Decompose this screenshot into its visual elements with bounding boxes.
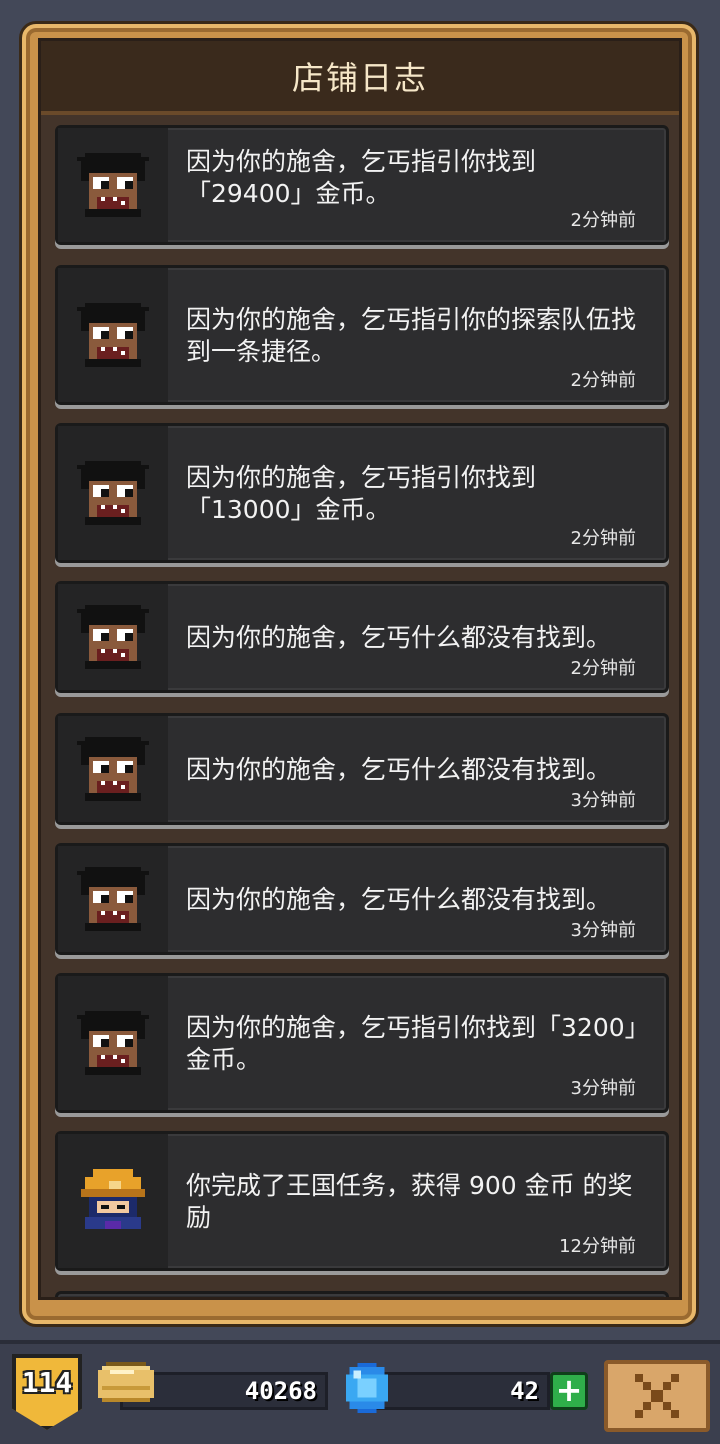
close-button[interactable] (604, 1360, 710, 1432)
log-entry-time: 2分钟前 (570, 370, 636, 391)
gold-value: 40268 (244, 1377, 317, 1405)
avatar (58, 1134, 168, 1268)
avatar (58, 976, 168, 1110)
close-icon (635, 1374, 679, 1418)
log-entry: 你完成了王国任务，获得 900 金币 的奖励 12分钟前 (55, 1131, 669, 1271)
title-bar: 店铺日志 (41, 41, 679, 115)
level-value: 114 (21, 1366, 73, 1399)
log-entry-time: 3分钟前 (570, 1078, 636, 1099)
log-entry: 因为你的施舍，乞丐什么都没有找到。 2分钟前 (55, 581, 669, 693)
avatar (58, 426, 168, 560)
gem-counter: 42 (366, 1372, 550, 1410)
log-entry: 因为你的施舍，乞丐指引你找到「3200」金币。 3分钟前 (55, 973, 669, 1113)
add-gems-button[interactable]: + (550, 1372, 588, 1410)
log-entry (55, 1291, 669, 1297)
gold-coin-icon (98, 1362, 154, 1402)
log-entry-time: 2分钟前 (570, 210, 636, 231)
log-entry-message: 因为你的施舍，乞丐指引你找到「3200」金币。 (186, 1013, 638, 1074)
avatar (58, 584, 168, 690)
log-entry-message: 因为你的施舍，乞丐指引你的探索队伍找到一条捷径。 (186, 305, 637, 366)
log-entry: 因为你的施舍，乞丐指引你的探索队伍找到一条捷径。 2分钟前 (55, 265, 669, 405)
gem-icon (345, 1363, 389, 1413)
gem-value: 42 (510, 1377, 539, 1405)
log-entry: 因为你的施舍，乞丐什么都没有找到。 3分钟前 (55, 713, 669, 825)
log-entry-time: 2分钟前 (570, 658, 636, 679)
log-entry-time: 3分钟前 (570, 920, 636, 941)
log-entry: 因为你的施舍，乞丐什么都没有找到。 3分钟前 (55, 843, 669, 955)
beggar-icon (77, 1011, 149, 1075)
log-entry-time: 12分钟前 (559, 1236, 636, 1257)
knight-icon (81, 1169, 145, 1229)
status-bar: 114 40268 42 + (0, 1340, 720, 1444)
avatar (58, 716, 168, 822)
log-entry-message: 因为你的施舍，乞丐什么都没有找到。 (186, 623, 612, 652)
window-title: 店铺日志 (291, 59, 428, 97)
avatar (58, 268, 168, 402)
log-entry-message: 你完成了王国任务，获得 900 金币 的奖励 (186, 1171, 633, 1232)
log-entry-message: 因为你的施舍，乞丐什么都没有找到。 (186, 755, 612, 784)
log-entry-message: 因为你的施舍，乞丐什么都没有找到。 (186, 885, 612, 914)
log-entry: 因为你的施舍，乞丐指引你找到「29400」金币。 2分钟前 (55, 125, 669, 245)
beggar-icon (77, 153, 149, 217)
beggar-icon (77, 867, 149, 931)
log-entry-message: 因为你的施舍，乞丐指引你找到「13000」金币。 (186, 463, 537, 524)
beggar-icon (77, 737, 149, 801)
log-entry-message: 因为你的施舍，乞丐指引你找到「29400」金币。 (186, 147, 537, 208)
beggar-icon (77, 605, 149, 669)
log-entry-time: 2分钟前 (570, 528, 636, 549)
level-badge[interactable]: 114 (12, 1354, 82, 1430)
log-window: 店铺日志 因为你的施舍，乞丐指引你找到「29400」金币。 2分钟前 因为你的施… (38, 38, 682, 1300)
log-entry-time: 3分钟前 (570, 790, 636, 811)
log-entry: 因为你的施舍，乞丐指引你找到「13000」金币。 2分钟前 (55, 423, 669, 563)
avatar (58, 128, 168, 242)
beggar-icon (77, 303, 149, 367)
avatar (58, 846, 168, 952)
beggar-icon (77, 461, 149, 525)
